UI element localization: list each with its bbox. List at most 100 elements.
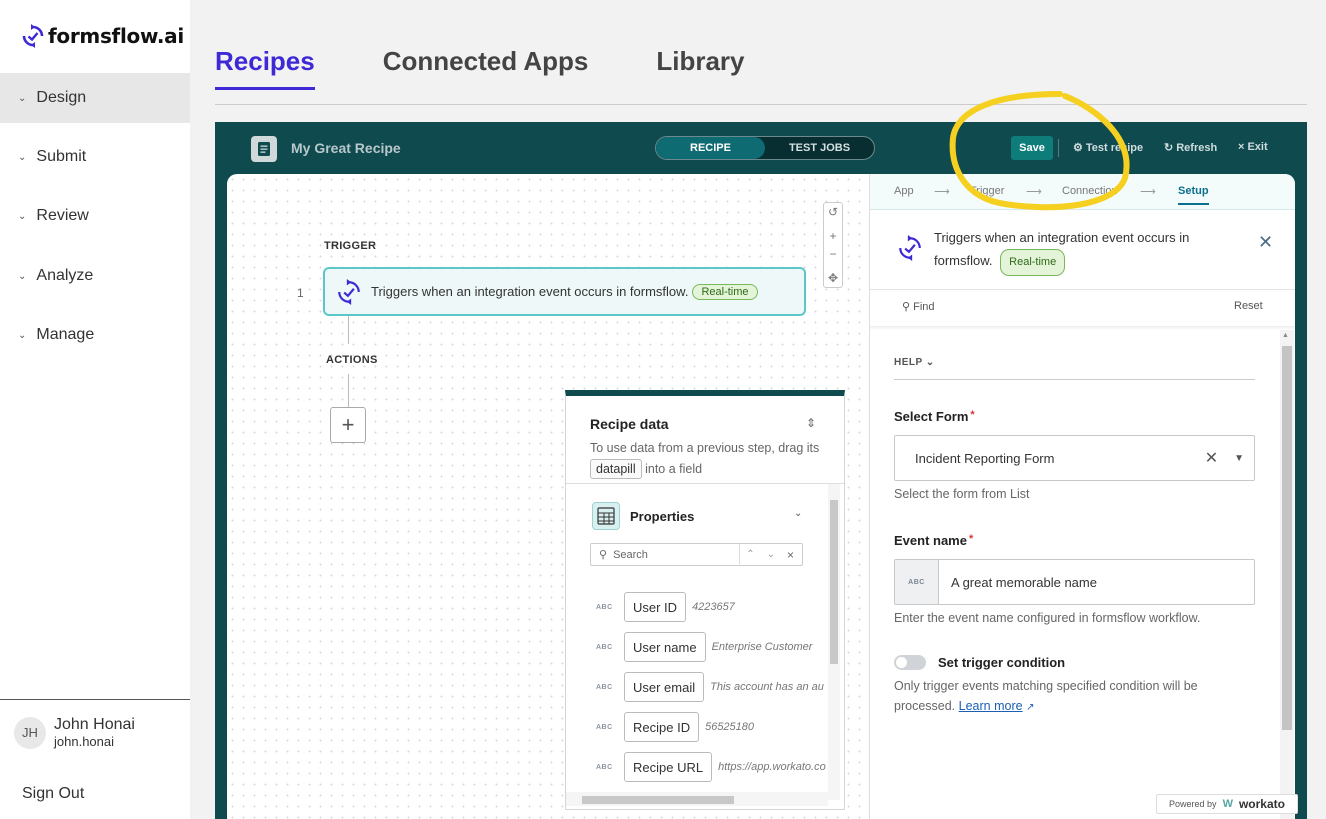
sign-out-link[interactable]: Sign Out — [22, 785, 84, 803]
nav-item-label: Analyze — [36, 267, 94, 284]
search-icon: ⚲ — [902, 301, 911, 313]
toggle-recipe[interactable]: RECIPE — [656, 137, 765, 159]
recenter-icon[interactable]: ✥ — [824, 269, 842, 287]
test-recipe-label: Test recipe — [1085, 141, 1144, 154]
nav-item-label: Submit — [36, 148, 87, 165]
horizontal-scroll-thumb[interactable] — [582, 796, 734, 804]
recipe-canvas[interactable]: ↺ + − ✥ TRIGGER 1 Triggers when an integ… — [227, 174, 869, 819]
nav-item-design[interactable]: ⌄ Design — [0, 73, 190, 123]
sample-value: 56525180 — [705, 721, 755, 733]
top-tabs: Recipes Connected Apps Library — [215, 46, 813, 90]
chevron-down-icon[interactable]: ⌄ — [794, 508, 802, 519]
panel-header-text: Triggers when an integration event occur… — [934, 226, 1189, 276]
datapill-recipe-id[interactable]: Recipe ID — [624, 712, 700, 742]
nav-item-manage[interactable]: ⌄ Manage — [0, 310, 190, 360]
tab-connected-apps[interactable]: Connected Apps — [383, 46, 589, 90]
search-icon: ⚲ — [599, 549, 608, 561]
chevron-down-icon: ⌄ — [925, 357, 935, 368]
datapill-search[interactable]: ⚲ Search ⌃ ⌄ × — [590, 543, 803, 566]
datapill-row: ABC User ID 4223657 — [596, 592, 735, 622]
properties-label[interactable]: Properties — [630, 509, 694, 524]
crumb-app[interactable]: App — [894, 185, 914, 197]
close-panel-icon[interactable]: ✕ — [1258, 232, 1273, 253]
chevron-down-icon: ⌄ — [18, 92, 27, 104]
recipe-data-description: To use data from a previous step, drag i… — [590, 438, 820, 480]
header-line: Triggers when an integration event occur… — [934, 230, 1190, 245]
test-recipe-button[interactable]: ⚙ Test recipe — [1073, 141, 1144, 155]
learn-more-link[interactable]: Learn more — [959, 699, 1023, 713]
reset-button[interactable]: Reset — [1234, 300, 1263, 312]
nav-item-submit[interactable]: ⌄ Submit — [0, 132, 190, 182]
zoom-out-icon[interactable]: − — [824, 245, 842, 263]
save-button[interactable]: Save — [1011, 136, 1053, 160]
document-icon — [251, 136, 277, 162]
sidebar-divider — [0, 699, 190, 700]
datapill-user-id[interactable]: User ID — [624, 592, 687, 622]
sample-value: https://app.workato.co — [718, 761, 826, 773]
undo-icon[interactable]: ↺ — [824, 203, 842, 221]
toolbar-divider — [1058, 139, 1059, 157]
step-config-panel: App ⟶ Trigger ⟶ Connection ⟶ Setup Trigg… — [869, 174, 1295, 819]
caret-down-icon[interactable]: ▼ — [1234, 453, 1244, 464]
select-form-dropdown[interactable]: Incident Reporting Form ✕ ▼ — [894, 435, 1255, 481]
workato-brand: workato — [1238, 797, 1285, 811]
sample-value: 4223657 — [692, 601, 735, 613]
hint-text: Only trigger events matching specified c… — [894, 679, 1198, 713]
formsflow-logo-icon — [22, 24, 44, 48]
drag-handle-icon[interactable]: ⇕ — [806, 416, 816, 430]
clear-icon[interactable]: ✕ — [1205, 448, 1218, 468]
desc-text: To use data from a previous step, drag i… — [590, 441, 820, 455]
datapill-row: ABC User email This account has an au — [596, 672, 824, 702]
chevron-up-icon[interactable]: ⌃ — [746, 549, 754, 560]
trigger-condition-toggle[interactable] — [894, 655, 926, 670]
realtime-badge: Real-time — [1000, 249, 1066, 276]
connector-line — [348, 316, 349, 344]
zoom-controls: ↺ + − ✥ — [823, 202, 843, 288]
add-step-button[interactable]: + — [330, 407, 366, 443]
datapill-user-name[interactable]: User name — [624, 632, 706, 662]
datapill-recipe-url[interactable]: Recipe URL — [624, 752, 713, 782]
crumb-trigger[interactable]: Trigger — [970, 185, 1004, 197]
crumb-setup[interactable]: Setup — [1178, 185, 1209, 205]
recipe-data-panel: Recipe data ⇕ To use data from a previou… — [565, 390, 845, 810]
tab-recipes[interactable]: Recipes — [215, 46, 315, 90]
datapill-user-email[interactable]: User email — [624, 672, 705, 702]
event-name-input[interactable]: A great memorable name — [939, 560, 1254, 604]
clear-search-icon[interactable]: × — [787, 548, 794, 562]
search-input[interactable]: Search — [613, 549, 739, 561]
nav-item-label: Manage — [36, 326, 95, 343]
panel-scroll-thumb[interactable] — [1282, 346, 1292, 730]
header-line: formsflow. — [934, 253, 993, 268]
zoom-in-icon[interactable]: + — [824, 227, 842, 245]
step-number: 1 — [297, 286, 304, 300]
nav-item-analyze[interactable]: ⌄ Analyze — [0, 251, 190, 301]
type-label: ABC — [596, 723, 613, 731]
event-name-field[interactable]: ABC A great memorable name — [894, 559, 1255, 605]
find-button[interactable]: ⚲ Find — [902, 300, 935, 313]
field-label: Event name — [894, 533, 967, 548]
tab-library[interactable]: Library — [656, 46, 744, 90]
nav-item-review[interactable]: ⌄ Review — [0, 191, 190, 241]
chevron-down-icon[interactable]: ⌄ — [767, 549, 775, 560]
crumb-connection[interactable]: Connection — [1062, 185, 1118, 197]
app-logo[interactable]: formsflow.ai — [22, 24, 184, 48]
toggle-test-jobs[interactable]: TEST JOBS — [765, 137, 874, 159]
recipe-title[interactable]: My Great Recipe — [291, 140, 401, 156]
divider — [870, 326, 1295, 330]
properties-icon — [592, 502, 620, 530]
type-label: ABC — [596, 603, 613, 611]
recipe-mode-toggle: RECIPE TEST JOBS — [655, 136, 875, 160]
scroll-up-icon[interactable]: ▲ — [1282, 332, 1289, 339]
help-toggle[interactable]: HELP ⌄ — [894, 357, 935, 368]
vertical-scroll-thumb[interactable] — [830, 500, 838, 664]
find-label: Find — [913, 301, 935, 313]
refresh-button[interactable]: ↻ Refresh — [1164, 141, 1217, 155]
powered-by-badge[interactable]: Powered by W workato — [1156, 794, 1298, 814]
realtime-badge: Real-time — [692, 283, 758, 300]
exit-button[interactable]: × Exit — [1238, 141, 1268, 153]
user-profile[interactable]: JH John Honai john.honai — [14, 716, 135, 749]
exit-label: Exit — [1247, 141, 1268, 153]
trigger-step[interactable]: Triggers when an integration event occur… — [323, 267, 806, 316]
datapill-row: ABC User name Enterprise Customer — [596, 632, 812, 662]
breadcrumb: App ⟶ Trigger ⟶ Connection ⟶ Setup — [870, 174, 1295, 210]
